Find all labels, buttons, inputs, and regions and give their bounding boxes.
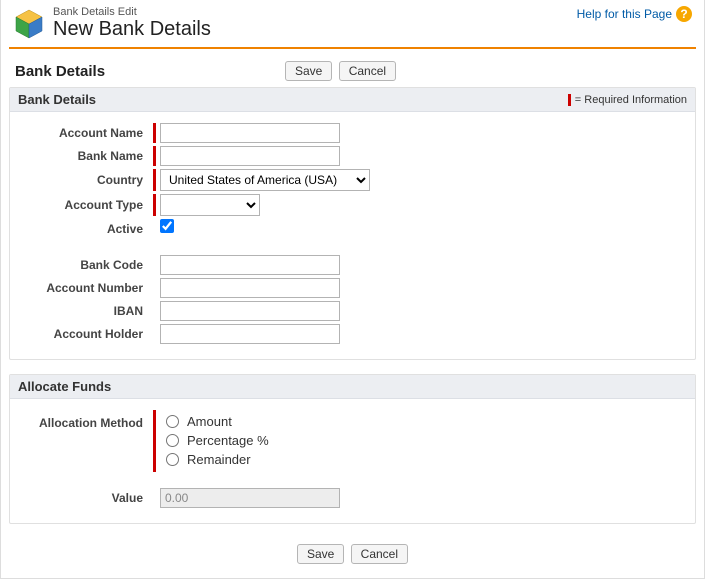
required-indicator <box>153 194 156 216</box>
radio-label-amount: Amount <box>187 414 232 429</box>
save-button-bottom[interactable]: Save <box>297 544 344 564</box>
save-button[interactable]: Save <box>285 61 332 81</box>
app-icon <box>13 8 45 40</box>
help-link-label: Help for this Page <box>577 7 672 21</box>
account-type-select[interactable] <box>160 194 260 216</box>
allocation-radio-amount[interactable] <box>166 415 179 428</box>
account-number-input[interactable] <box>160 278 340 298</box>
label-country: Country <box>18 173 153 187</box>
label-iban: IBAN <box>18 304 153 318</box>
iban-input[interactable] <box>160 301 340 321</box>
label-account-number: Account Number <box>18 281 153 295</box>
label-allocation-method: Allocation Method <box>18 410 153 430</box>
cancel-button-bottom[interactable]: Cancel <box>351 544 408 564</box>
bank-name-input[interactable] <box>160 146 340 166</box>
value-input <box>160 488 340 508</box>
panel-title: Bank Details <box>18 92 96 107</box>
label-bank-name: Bank Name <box>18 149 153 163</box>
radio-label-remainder: Remainder <box>187 452 251 467</box>
bank-details-panel: Bank Details = Required Information Acco… <box>9 87 696 360</box>
required-legend: = Required Information <box>568 94 687 106</box>
radio-row-amount[interactable]: Amount <box>166 414 269 429</box>
radio-row-percentage[interactable]: Percentage % <box>166 433 269 448</box>
label-account-holder: Account Holder <box>18 327 153 341</box>
radio-label-percentage: Percentage % <box>187 433 269 448</box>
cancel-button[interactable]: Cancel <box>339 61 396 81</box>
help-link[interactable]: Help for this Page ? <box>577 6 692 22</box>
required-legend-text: = Required Information <box>575 94 687 106</box>
account-name-input[interactable] <box>160 123 340 143</box>
label-account-name: Account Name <box>18 126 153 140</box>
label-account-type: Account Type <box>18 198 153 212</box>
allocation-radio-remainder[interactable] <box>166 453 179 466</box>
bank-code-input[interactable] <box>160 255 340 275</box>
allocate-funds-panel: Allocate Funds Allocation Method Amount … <box>9 374 696 524</box>
required-bar-icon <box>568 94 571 106</box>
label-bank-code: Bank Code <box>18 258 153 272</box>
label-active: Active <box>18 222 153 236</box>
panel-title: Allocate Funds <box>18 379 111 394</box>
required-indicator <box>153 410 156 472</box>
section-title: Bank Details <box>15 63 105 80</box>
divider <box>9 47 696 49</box>
label-value: Value <box>18 491 153 505</box>
required-indicator <box>153 146 156 166</box>
allocation-radio-percentage[interactable] <box>166 434 179 447</box>
breadcrumb: Bank Details Edit <box>53 6 211 18</box>
country-select[interactable]: United States of America (USA) <box>160 169 370 191</box>
page-title: New Bank Details <box>53 18 211 41</box>
required-indicator <box>153 169 156 191</box>
account-holder-input[interactable] <box>160 324 340 344</box>
radio-row-remainder[interactable]: Remainder <box>166 452 269 467</box>
active-checkbox[interactable] <box>160 219 174 233</box>
help-icon: ? <box>676 6 692 22</box>
required-indicator <box>153 123 156 143</box>
